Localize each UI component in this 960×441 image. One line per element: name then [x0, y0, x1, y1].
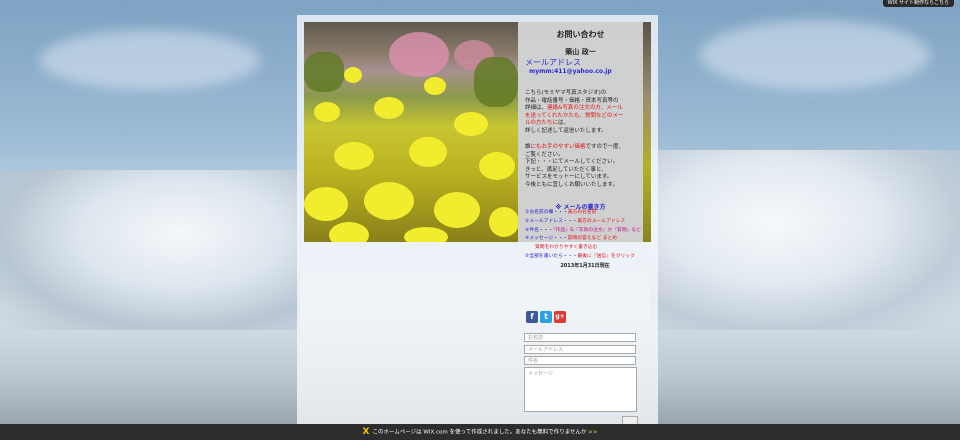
facebook-icon[interactable]: f [526, 311, 538, 323]
flower [364, 182, 414, 220]
flower [409, 137, 447, 167]
intro-line: 詳しく記述して返信いたします。 [525, 127, 607, 134]
price-line: ですので一度、 [585, 144, 625, 150]
name-field[interactable]: お名前 [524, 333, 636, 342]
rule-value: 『作品』&『写真の注文』か『質問』など [553, 227, 642, 233]
subject-field[interactable]: 件名 [524, 356, 636, 365]
snowy-mountain-right [650, 150, 960, 330]
rule-value: 最後に『送信』をクリック [577, 253, 635, 259]
intro-line: は、 [558, 120, 570, 127]
flower [334, 142, 374, 170]
rule-item: ③件名・・・『作品』&『写真の注文』か『質問』など [525, 227, 653, 236]
intro-highlight: ルの方たちに [525, 120, 559, 127]
rule-value: 貴方のメールアドレス [577, 218, 626, 224]
message-field[interactable]: メッセージ [524, 367, 637, 412]
social-buttons: f t g+ [526, 311, 566, 323]
wix-badge[interactable]: WIX サイト制作ならこちら [882, 0, 954, 7]
flower [329, 222, 369, 242]
intro-line: 詳細は、 [525, 105, 548, 112]
rule-item: 質問をわかりやすく書き込む [525, 244, 653, 253]
flower [374, 97, 404, 119]
price-line: ご覧ください。 [525, 151, 564, 158]
flower [489, 207, 518, 237]
price-line: サービスをモットーにしています。 [525, 174, 613, 181]
cloud [40, 30, 260, 90]
blossom-tree [389, 32, 449, 77]
as-of-date: 2013年1月31日現在 [560, 263, 610, 269]
price-line: 今後ともに宜しくお願いいたします。 [525, 181, 618, 188]
flower [344, 67, 362, 83]
rule-sep: ・・・ [538, 227, 554, 233]
contact-title: お問い合わせ [556, 30, 605, 39]
rule-value: 質問の答えなど まとめ [567, 236, 618, 242]
price-paragraph: 誰にもお手のやすい価格ですので一度、 ご覧ください。 下記・・・にてメールしてく… [525, 144, 641, 190]
rule-sep: ・・・ [562, 218, 578, 224]
flower [434, 192, 480, 228]
flower [454, 112, 488, 136]
twitter-icon[interactable]: t [540, 311, 552, 323]
rule-sep: ・・・ [553, 210, 568, 215]
email-field[interactable]: メールアドレス [524, 345, 636, 354]
rule-label: メールアドレス [529, 218, 563, 224]
flower [304, 187, 348, 221]
foliage [474, 57, 518, 107]
rule-item: ②メールアドレス・・・貴方のメールアドレス [525, 218, 653, 227]
rule-sep: ・・・ [562, 253, 578, 259]
foliage [304, 52, 344, 92]
rule-label: メッセージ [529, 236, 554, 242]
rule-label: お名前の欄 [529, 210, 554, 215]
intro-line: こちら(モミヤマ写真スタジオ)の [525, 90, 607, 96]
flower [424, 77, 446, 95]
price-line: きっと、満足していただく事と、 [525, 166, 607, 173]
rule-value: 質問をわかりやすく書き込む [535, 245, 598, 251]
cloud [700, 20, 930, 90]
flower [404, 227, 448, 242]
price-highlight: にもお手のやすい価格 [530, 144, 586, 150]
rule-sep: ・・・ [553, 236, 568, 242]
mail-address-link[interactable]: mymm:411@yahoo.co.jp [529, 68, 612, 75]
author-name: 築山 政一 [565, 48, 596, 56]
mail-rules-list: ①お名前の欄・・・貴方のお名前 ②メールアドレス・・・貴方のメールアドレス ③件… [525, 209, 653, 262]
footer-text: このホームページは WIX.com を使って作成されました。あなたも無料で作りま… [372, 429, 587, 436]
intro-highlight: を送ってくれたかたも、質問などのメー [525, 112, 624, 119]
wix-footer-bar[interactable]: X このホームページは WIX.com を使って作成されました。あなたも無料で作り… [0, 424, 960, 440]
rule-label: 件名 [529, 227, 539, 233]
flower [479, 152, 515, 180]
snowy-mountain-left [0, 170, 300, 330]
mail-heading: メールアドレス [525, 58, 581, 67]
price-line: 下記・・・にてメールしてください。 [525, 159, 619, 166]
rule-item: ④メッセージ・・・質問の答えなど まとめ [525, 235, 653, 244]
intro-highlight: 連絡&写真の注文の方、メール [547, 105, 623, 112]
google-plus-icon[interactable]: g+ [554, 311, 566, 323]
rule-item: ①お名前の欄・・・貴方のお名前 [525, 209, 653, 218]
footer-go-link[interactable]: >> [588, 430, 597, 436]
intro-line: 作品・電話番号・価格・資本写真等の [525, 97, 619, 104]
rule-label: 全部を書いたら [529, 253, 563, 259]
wix-logo-icon: X [362, 427, 370, 437]
flower [314, 102, 340, 122]
rapeseed-flower-photo [304, 22, 518, 242]
rule-value: 貴方のお名前 [567, 210, 597, 215]
intro-paragraph: こちら(モミヤマ写真スタジオ)の 作品・電話番号・価格・資本写真等の 詳細は、連… [525, 90, 641, 136]
rule-item: ⑤全部を書いたら・・・最後に『送信』をクリック [525, 253, 653, 262]
